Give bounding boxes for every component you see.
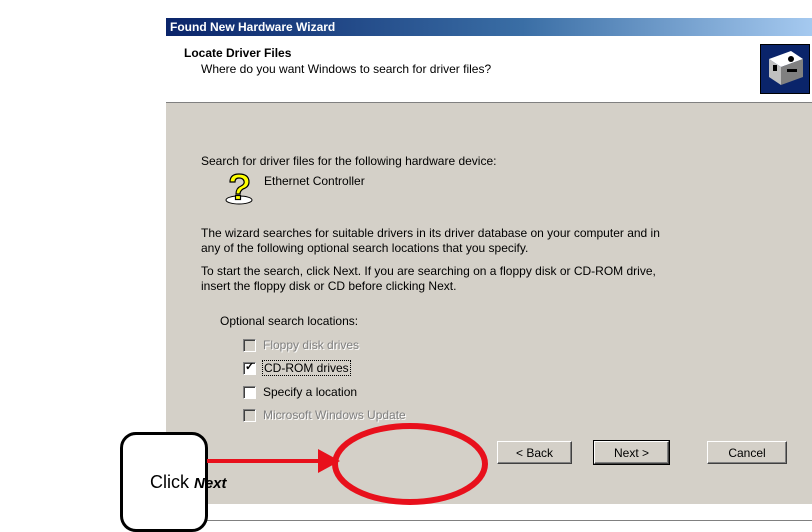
annotation-circle (332, 423, 488, 505)
annotation-arrow-shaft (207, 459, 325, 463)
annotation-overlay (207, 423, 488, 505)
